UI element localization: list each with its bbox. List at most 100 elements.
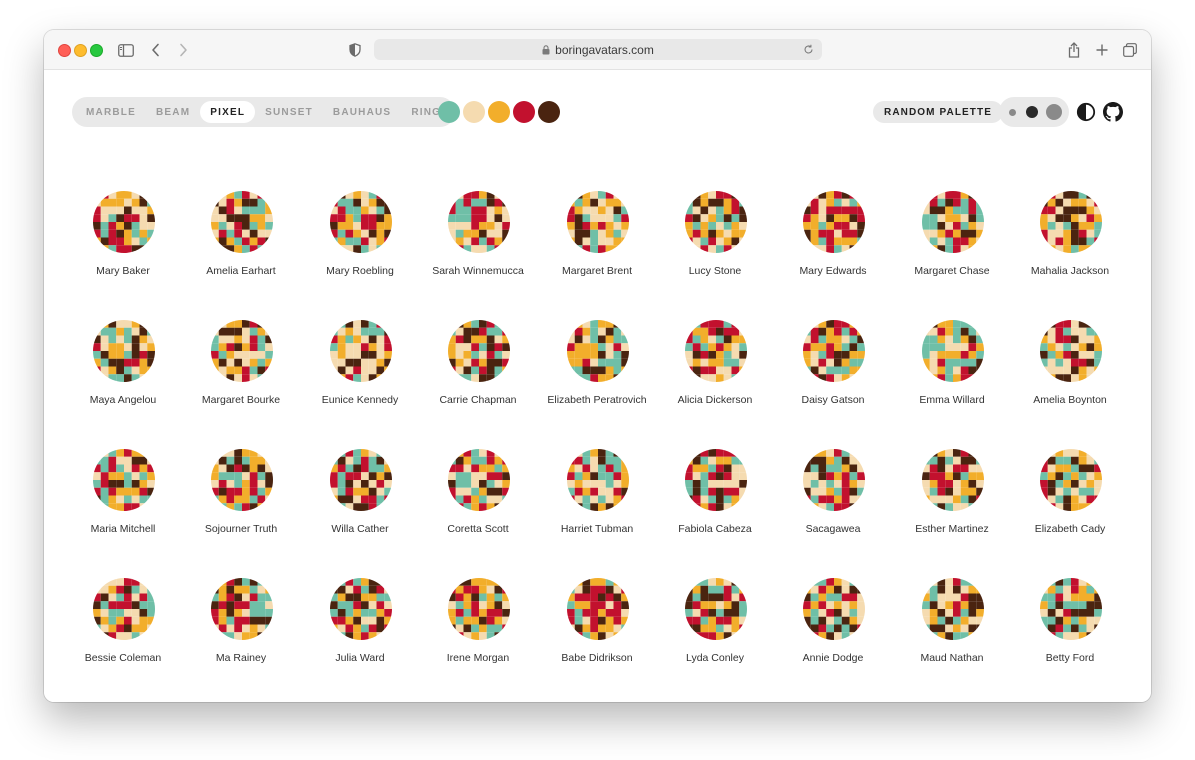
avatar[interactable] [448,191,510,253]
avatar[interactable] [922,449,984,511]
contrast-icon[interactable] [1076,102,1096,122]
avatar[interactable] [803,578,865,640]
avatar[interactable] [93,320,155,382]
avatar[interactable] [567,191,629,253]
palette-swatch-1[interactable] [438,101,460,123]
avatar[interactable] [922,320,984,382]
share-icon[interactable] [1063,39,1085,61]
close-window-button[interactable] [58,44,71,57]
avatar-name: Mary Edwards [799,265,867,277]
palette-swatch-4[interactable] [513,101,535,123]
avatar-name: Margaret Chase [914,265,990,277]
zoom-window-button[interactable] [90,44,103,57]
avatar[interactable] [567,578,629,640]
size-small-button[interactable] [1009,109,1016,116]
size-large-button[interactable] [1046,104,1062,120]
avatar-name: Ma Rainey [215,652,267,664]
avatar[interactable] [922,578,984,640]
avatar[interactable] [922,191,984,253]
avatar-name: Sojourner Truth [204,523,278,535]
avatar[interactable] [685,449,747,511]
avatar[interactable] [803,191,865,253]
avatar-name: Fabiola Cabeza [678,523,752,535]
avatar[interactable] [330,578,392,640]
tabs-overview-icon[interactable] [1119,39,1141,61]
avatar-name: Lucy Stone [688,265,742,277]
avatar-name: Coretta Scott [447,523,509,535]
url-text: boringavatars.com [555,42,654,57]
avatar-name: Carrie Chapman [439,394,517,406]
avatar[interactable] [211,191,273,253]
avatar-name: Elizabeth Cady [1034,523,1106,535]
avatar[interactable] [448,578,510,640]
random-palette-button[interactable]: RANDOM PALETTE [873,101,1003,123]
browser-window: boringavatars.com MARBLE BEAM PIXEL SUNSET B… [44,30,1151,702]
avatar-name: Margaret Brent [561,265,633,277]
avatar-name: Bessie Coleman [84,652,162,664]
avatar[interactable] [685,191,747,253]
avatar-name: Harriet Tubman [560,523,634,535]
avatar-name: Sacagawea [805,523,861,535]
size-medium-button[interactable] [1026,106,1038,118]
sidebar-icon[interactable] [115,39,137,61]
reload-icon[interactable] [801,42,816,57]
avatar[interactable] [685,320,747,382]
avatar[interactable] [330,320,392,382]
tab-beam[interactable]: BEAM [146,101,200,123]
avatar[interactable] [211,578,273,640]
avatar[interactable] [93,578,155,640]
avatar[interactable] [211,449,273,511]
avatar[interactable] [1040,191,1102,253]
plus-icon[interactable] [1091,39,1113,61]
desktop: boringavatars.com MARBLE BEAM PIXEL SUNSET B… [0,0,1195,760]
avatar[interactable] [567,320,629,382]
palette-swatch-2[interactable] [463,101,485,123]
avatar-name: Irene Morgan [446,652,510,664]
color-palette [438,101,563,123]
avatar-name: Mary Baker [96,265,150,277]
avatar[interactable] [803,320,865,382]
avatar-name: Willa Cather [331,523,389,535]
size-selector [999,97,1069,127]
shield-icon[interactable] [344,39,366,61]
avatar-name: Maria Mitchell [90,523,156,535]
tab-pixel[interactable]: PIXEL [200,101,256,123]
palette-swatch-5[interactable] [538,101,560,123]
avatar[interactable] [1040,449,1102,511]
avatar-name: Elizabeth Peratrovich [547,394,647,406]
avatar[interactable] [330,191,392,253]
address-bar[interactable]: boringavatars.com [374,39,822,60]
avatar-name: Mahalia Jackson [1030,265,1110,277]
avatar-name: Alicia Dickerson [677,394,753,406]
palette-swatch-3[interactable] [488,101,510,123]
avatar-name: Annie Dodge [802,652,864,664]
tab-marble[interactable]: MARBLE [76,101,146,123]
avatar[interactable] [448,320,510,382]
avatar[interactable] [211,320,273,382]
tab-bauhaus[interactable]: BAUHAUS [323,101,401,123]
tab-sunset[interactable]: SUNSET [255,101,323,123]
minimize-window-button[interactable] [74,44,87,57]
chevron-left-icon[interactable] [145,39,167,61]
avatar-name: Julia Ward [335,652,385,664]
avatar[interactable] [567,449,629,511]
page-content: MARBLE BEAM PIXEL SUNSET BAUHAUS RING RANDOM … [44,70,1151,702]
avatar-name: Mary Roebling [326,265,394,277]
avatar[interactable] [93,449,155,511]
avatar[interactable] [93,191,155,253]
avatar[interactable] [685,578,747,640]
chevron-right-icon[interactable] [172,39,194,61]
avatar[interactable] [1040,320,1102,382]
avatar[interactable] [448,449,510,511]
avatar-name: Maya Angelou [89,394,157,406]
variant-tabs: MARBLE BEAM PIXEL SUNSET BAUHAUS RING [72,97,456,127]
avatar[interactable] [1040,578,1102,640]
avatar-name: Sarah Winnemucca [432,265,524,277]
avatar-name: Maud Nathan [920,652,984,664]
avatar-name: Eunice Kennedy [321,394,399,406]
github-icon[interactable] [1103,102,1123,122]
avatar[interactable] [330,449,392,511]
avatar[interactable] [803,449,865,511]
avatar-name: Margaret Bourke [201,394,281,406]
avatar-name: Amelia Boynton [1033,394,1107,406]
